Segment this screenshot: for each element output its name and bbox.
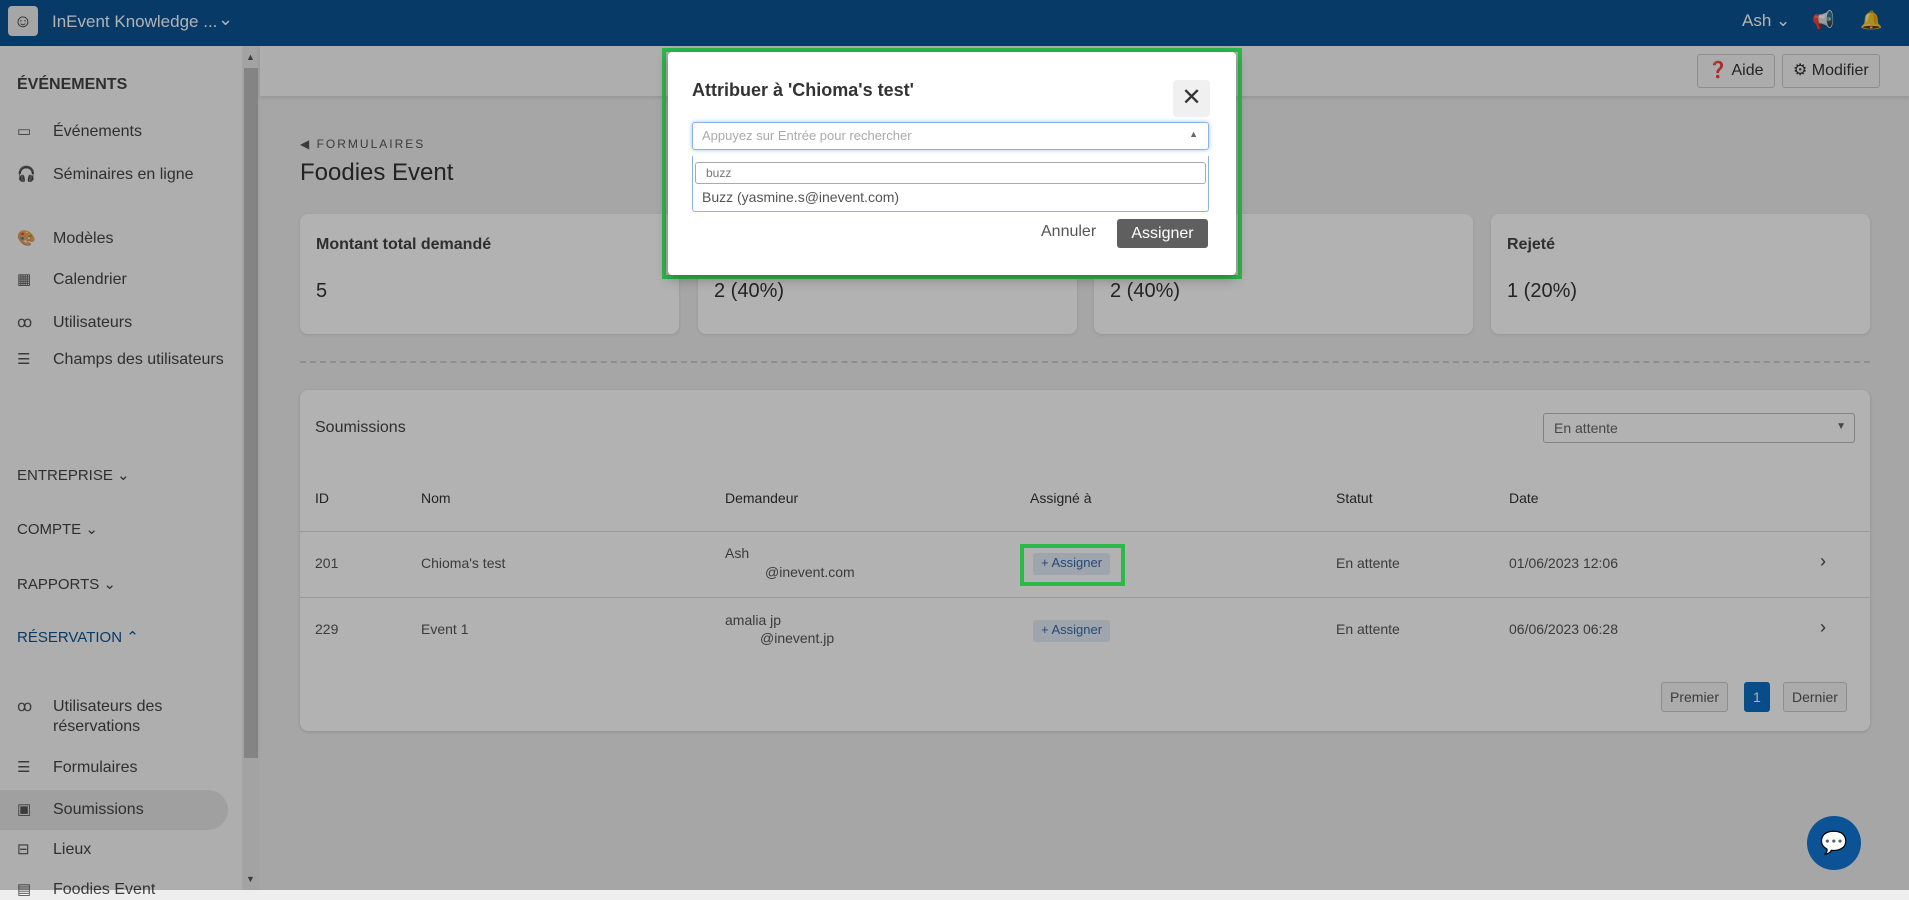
highlight-box: [1020, 544, 1125, 586]
select-placeholder: Appuyez sur Entrée pour rechercher: [702, 128, 912, 143]
assignee-select[interactable]: Appuyez sur Entrée pour rechercher ▲: [692, 122, 1209, 150]
select-dropdown: buzz Buzz (yasmine.s@inevent.com): [692, 156, 1209, 212]
search-input[interactable]: buzz: [695, 162, 1206, 184]
assign-submit-button[interactable]: Assigner: [1117, 219, 1208, 248]
chat-bubble-icon[interactable]: 💬: [1807, 816, 1861, 870]
cancel-button[interactable]: Annuler: [1041, 223, 1096, 241]
dropdown-option[interactable]: Buzz (yasmine.s@inevent.com): [702, 189, 899, 205]
close-icon[interactable]: ✕: [1173, 80, 1210, 117]
assign-modal: Attribuer à 'Chioma's test' ✕ Appuyez su…: [668, 52, 1236, 275]
caret-up-icon: ▲: [1189, 129, 1198, 139]
modal-title: Attribuer à 'Chioma's test': [692, 80, 914, 100]
